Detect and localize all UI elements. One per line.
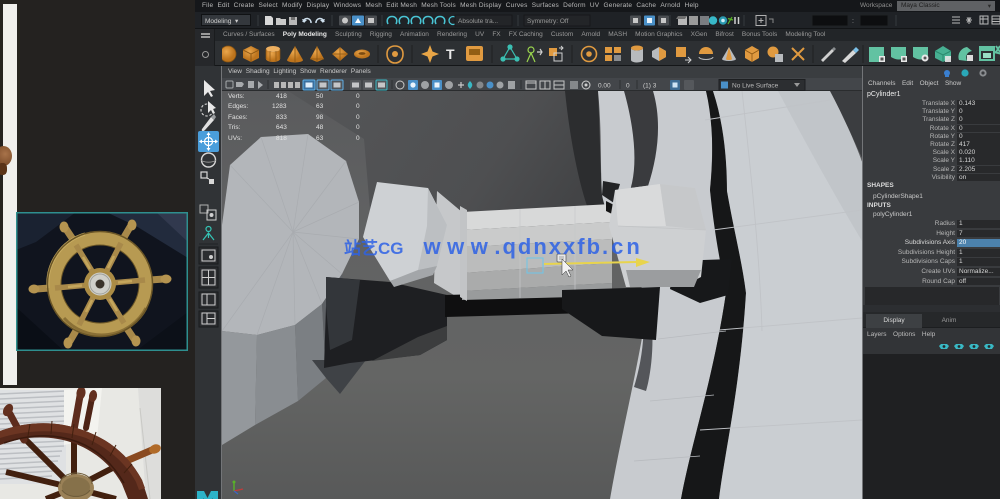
svg-text:(1) 3: (1) 3 [643, 83, 657, 90]
svg-text:T: T [446, 46, 455, 62]
svg-text:Symmetry: Off: Symmetry: Off [527, 18, 569, 25]
svg-text:Absolute tra...: Absolute tra... [458, 18, 498, 25]
svg-text:No Live Surface: No Live Surface [732, 83, 779, 90]
svg-text:0.00: 0.00 [598, 83, 611, 90]
svg-text::: : [852, 18, 854, 25]
svg-text:0: 0 [626, 83, 630, 90]
